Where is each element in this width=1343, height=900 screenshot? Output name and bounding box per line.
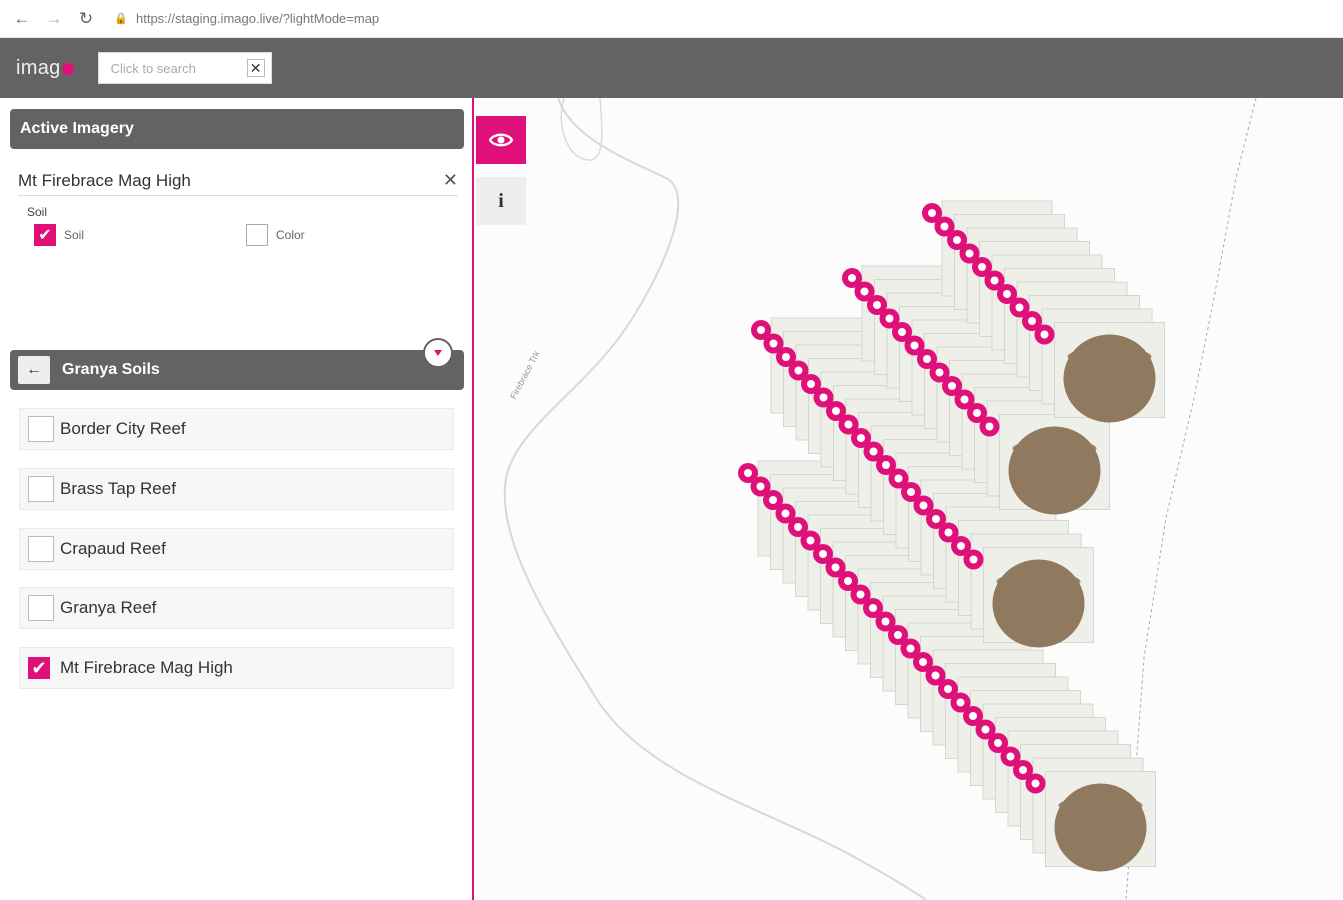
- soil-sample-tile[interactable]: [983, 547, 1094, 648]
- list-item[interactable]: Granya Reef: [19, 587, 454, 629]
- clear-search-icon[interactable]: ✕: [246, 59, 265, 77]
- list-item-label: Granya Reef: [60, 598, 157, 617]
- map-canvas[interactable]: [476, 98, 1343, 900]
- list-item[interactable]: Border City Reef: [19, 408, 454, 450]
- active-layer-name: Mt Firebrace Mag High: [18, 170, 191, 190]
- checkbox[interactable]: [28, 476, 54, 502]
- group-label: Soil: [27, 205, 48, 219]
- app-header: imag ✕ ✋: [0, 38, 1343, 122]
- option-soil-label: Soil: [64, 228, 85, 242]
- list-item-label: Border City Reef: [60, 419, 186, 438]
- color-checkbox[interactable]: [246, 224, 268, 246]
- logo-text: imag: [16, 56, 61, 79]
- search-box: ✕: [97, 52, 272, 84]
- collapse-toggle-button[interactable]: [423, 338, 453, 368]
- soil-sample-tile[interactable]: [999, 414, 1110, 515]
- list-item[interactable]: ✔ Mt Firebrace Mag High: [19, 647, 454, 689]
- address-bar[interactable]: 🔒 https://staging.imago.live/?lightMode=…: [114, 5, 1333, 33]
- list-item[interactable]: Crapaud Reef: [19, 528, 454, 570]
- granya-soils-title: Granya Soils: [62, 361, 160, 378]
- map-view[interactable]: Firebrace Trk i: [476, 98, 1343, 900]
- list-item-label: Crapaud Reef: [60, 539, 166, 558]
- location-pin-icon[interactable]: [1034, 324, 1055, 345]
- option-soil[interactable]: ✔ Soil: [34, 224, 84, 246]
- soil-sample-tile[interactable]: [1054, 322, 1165, 423]
- lock-icon: 🔒: [114, 13, 128, 25]
- location-pin-icon[interactable]: [979, 416, 1000, 437]
- list-item-label: Mt Firebrace Mag High: [60, 658, 233, 677]
- active-imagery-header: Active Imagery: [10, 109, 464, 149]
- list-item-label: Brass Tap Reef: [60, 479, 176, 498]
- search-input[interactable]: [98, 60, 247, 76]
- list-item[interactable]: Brass Tap Reef: [19, 468, 454, 510]
- visibility-eye-icon[interactable]: [476, 116, 526, 164]
- back-arrow-icon[interactable]: ←: [8, 5, 36, 33]
- granya-soils-header: ← Granya Soils: [10, 350, 464, 390]
- option-color[interactable]: Color: [246, 224, 305, 246]
- checkbox[interactable]: [28, 416, 54, 442]
- checkbox[interactable]: [28, 595, 54, 621]
- reload-icon[interactable]: ↻: [72, 5, 100, 33]
- checkbox[interactable]: ✔: [28, 657, 50, 679]
- close-layer-icon[interactable]: ✕: [443, 170, 458, 191]
- sidebar: Active Imagery Mt Firebrace Mag High ✕ S…: [0, 98, 474, 900]
- soil-checkbox[interactable]: ✔: [34, 224, 56, 246]
- info-icon[interactable]: i: [476, 177, 526, 225]
- location-pin-icon[interactable]: [963, 549, 984, 570]
- location-pin-icon[interactable]: [1025, 773, 1046, 794]
- chevron-down-icon: [434, 350, 442, 356]
- option-color-label: Color: [276, 228, 305, 242]
- logo-dot-icon: [61, 63, 74, 75]
- browser-toolbar: ← → ↻ 🔒 https://staging.imago.live/?ligh…: [0, 0, 1343, 38]
- soil-sample-tile[interactable]: [1045, 771, 1156, 872]
- app-logo[interactable]: imag: [16, 57, 74, 80]
- active-layer-title: Mt Firebrace Mag High ✕: [18, 166, 458, 196]
- back-arrow-icon[interactable]: ←: [18, 356, 50, 384]
- forward-arrow-icon[interactable]: →: [40, 5, 68, 33]
- checkbox[interactable]: [28, 536, 54, 562]
- url-text: https://staging.imago.live/?lightMode=ma…: [136, 11, 380, 26]
- river-line: [560, 98, 603, 161]
